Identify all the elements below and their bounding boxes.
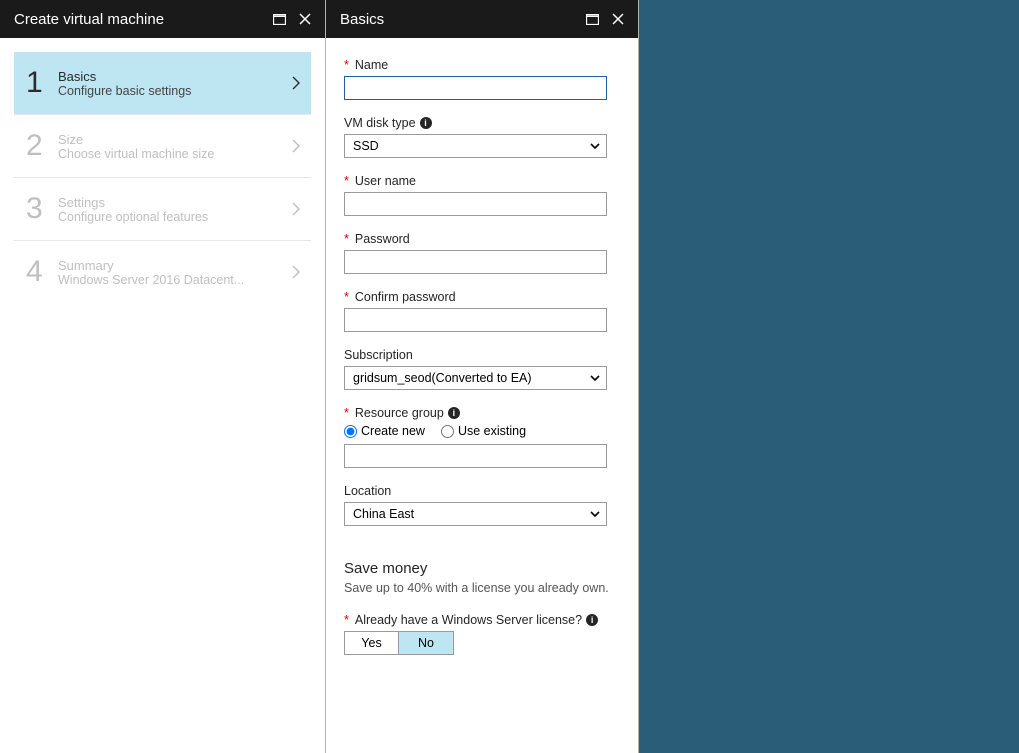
step-subtitle: Windows Server 2016 Datacent... [58, 273, 292, 287]
field-password: *Password [344, 232, 620, 274]
steps-list: 1 Basics Configure basic settings 2 Size… [0, 38, 325, 317]
field-name: *Name [344, 58, 620, 100]
field-location: Location China East [344, 484, 620, 526]
chevron-right-icon [292, 76, 301, 90]
step-basics[interactable]: 1 Basics Configure basic settings [14, 52, 311, 115]
step-size[interactable]: 2 Size Choose virtual machine size [14, 115, 311, 178]
info-icon[interactable]: i [448, 407, 460, 419]
blade2-title: Basics [340, 11, 576, 28]
confirm-password-input[interactable] [344, 308, 607, 332]
label-disk-type: VM disk typei [344, 116, 620, 130]
step-number: 4 [26, 255, 58, 289]
label-subscription: Subscription [344, 348, 620, 362]
label-name: *Name [344, 58, 620, 72]
info-icon[interactable]: i [420, 117, 432, 129]
save-money-title: Save money [344, 560, 620, 577]
resource-group-input[interactable] [344, 444, 607, 468]
radio-create-new-input[interactable] [344, 425, 357, 438]
label-location: Location [344, 484, 620, 498]
label-confirm-password: *Confirm password [344, 290, 620, 304]
step-title: Basics [58, 69, 292, 84]
required-asterisk: * [344, 58, 349, 72]
chevron-right-icon [292, 139, 301, 153]
disk-type-select[interactable]: SSD [344, 134, 607, 158]
license-toggle: Yes No [344, 631, 620, 655]
step-text: Summary Windows Server 2016 Datacent... [58, 258, 292, 287]
close-icon[interactable] [608, 9, 628, 29]
radio-use-existing-input[interactable] [441, 425, 454, 438]
maximize-icon[interactable] [269, 9, 289, 29]
required-asterisk: * [344, 613, 349, 627]
basics-form: *Name VM disk typei SSD *User name *Pass… [326, 38, 638, 753]
label-password: *Password [344, 232, 620, 246]
step-number: 2 [26, 129, 58, 163]
chevron-right-icon [292, 265, 301, 279]
basics-blade: Basics *Name VM disk typei SSD *User nam… [326, 0, 639, 753]
label-username: *User name [344, 174, 620, 188]
step-text: Size Choose virtual machine size [58, 132, 292, 161]
label-license: *Already have a Windows Server license?i [344, 613, 620, 627]
save-money-subtitle: Save up to 40% with a license you alread… [344, 581, 620, 595]
license-yes-button[interactable]: Yes [344, 631, 399, 655]
chevron-right-icon [292, 202, 301, 216]
blade1-header: Create virtual machine [0, 0, 325, 38]
required-asterisk: * [344, 290, 349, 304]
field-username: *User name [344, 174, 620, 216]
field-subscription: Subscription gridsum_seod(Converted to E… [344, 348, 620, 390]
maximize-icon[interactable] [582, 9, 602, 29]
step-number: 3 [26, 192, 58, 226]
field-disk-type: VM disk typei SSD [344, 116, 620, 158]
blade1-title: Create virtual machine [14, 11, 263, 28]
field-confirm-password: *Confirm password [344, 290, 620, 332]
info-icon[interactable]: i [586, 614, 598, 626]
license-no-button[interactable]: No [399, 631, 454, 655]
step-title: Settings [58, 195, 292, 210]
field-license: *Already have a Windows Server license?i… [344, 613, 620, 655]
radio-create-new[interactable]: Create new [344, 424, 425, 438]
create-vm-blade: Create virtual machine 1 Basics Configur… [0, 0, 326, 753]
blade2-header: Basics [326, 0, 638, 38]
resource-group-radio-row: Create new Use existing [344, 424, 620, 438]
step-summary[interactable]: 4 Summary Windows Server 2016 Datacent..… [14, 241, 311, 303]
username-input[interactable] [344, 192, 607, 216]
step-settings[interactable]: 3 Settings Configure optional features [14, 178, 311, 241]
field-resource-group: *Resource groupi Create new Use existing [344, 406, 620, 468]
step-text: Basics Configure basic settings [58, 69, 292, 98]
close-icon[interactable] [295, 9, 315, 29]
location-select[interactable]: China East [344, 502, 607, 526]
step-subtitle: Configure optional features [58, 210, 292, 224]
password-input[interactable] [344, 250, 607, 274]
name-input[interactable] [344, 76, 607, 100]
step-title: Size [58, 132, 292, 147]
radio-use-existing[interactable]: Use existing [441, 424, 526, 438]
step-number: 1 [26, 66, 58, 100]
required-asterisk: * [344, 174, 349, 188]
step-title: Summary [58, 258, 292, 273]
step-subtitle: Choose virtual machine size [58, 147, 292, 161]
subscription-select[interactable]: gridsum_seod(Converted to EA) [344, 366, 607, 390]
required-asterisk: * [344, 232, 349, 246]
label-resource-group: *Resource groupi [344, 406, 620, 420]
required-asterisk: * [344, 406, 349, 420]
step-subtitle: Configure basic settings [58, 84, 292, 98]
step-text: Settings Configure optional features [58, 195, 292, 224]
